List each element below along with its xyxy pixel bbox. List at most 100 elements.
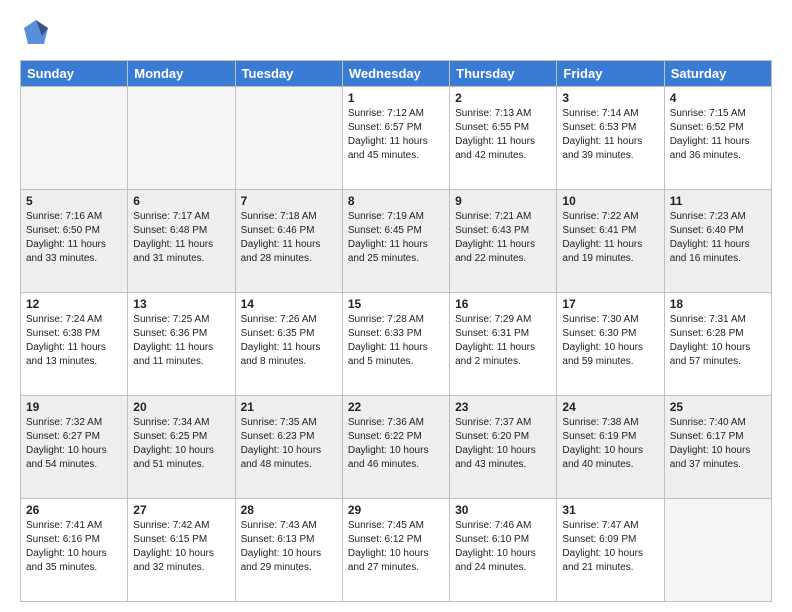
day-info: Sunrise: 7:45 AM Sunset: 6:12 PM Dayligh… (348, 519, 444, 575)
day-number: 25 (670, 400, 766, 414)
day-number: 24 (562, 400, 658, 414)
day-number: 29 (348, 503, 444, 517)
day-number: 31 (562, 503, 658, 517)
day-info: Sunrise: 7:36 AM Sunset: 6:22 PM Dayligh… (348, 416, 444, 472)
day-number: 18 (670, 297, 766, 311)
day-cell: 14 Sunrise: 7:26 AM Sunset: 6:35 PM Dayli… (235, 293, 342, 396)
day-info: Sunrise: 7:41 AM Sunset: 6:16 PM Dayligh… (26, 519, 122, 575)
day-info: Sunrise: 7:15 AM Sunset: 6:52 PM Dayligh… (670, 107, 766, 163)
day-cell: 16 Sunrise: 7:29 AM Sunset: 6:31 PM Dayli… (450, 293, 557, 396)
day-cell: 6 Sunrise: 7:17 AM Sunset: 6:48 PM Daylig… (128, 190, 235, 293)
day-number: 4 (670, 91, 766, 105)
logo-icon (20, 18, 52, 50)
day-of-week-header: Thursday (450, 61, 557, 87)
day-number: 28 (241, 503, 337, 517)
day-info: Sunrise: 7:32 AM Sunset: 6:27 PM Dayligh… (26, 416, 122, 472)
day-info: Sunrise: 7:37 AM Sunset: 6:20 PM Dayligh… (455, 416, 551, 472)
day-number: 7 (241, 194, 337, 208)
day-number: 5 (26, 194, 122, 208)
day-number: 1 (348, 91, 444, 105)
day-cell: 10 Sunrise: 7:22 AM Sunset: 6:41 PM Dayli… (557, 190, 664, 293)
day-cell (664, 499, 771, 602)
day-number: 9 (455, 194, 551, 208)
day-info: Sunrise: 7:31 AM Sunset: 6:28 PM Dayligh… (670, 313, 766, 369)
day-info: Sunrise: 7:19 AM Sunset: 6:45 PM Dayligh… (348, 210, 444, 266)
day-cell (21, 87, 128, 190)
header-row: SundayMondayTuesdayWednesdayThursdayFrid… (21, 61, 772, 87)
day-cell: 4 Sunrise: 7:15 AM Sunset: 6:52 PM Daylig… (664, 87, 771, 190)
day-info: Sunrise: 7:21 AM Sunset: 6:43 PM Dayligh… (455, 210, 551, 266)
day-info: Sunrise: 7:35 AM Sunset: 6:23 PM Dayligh… (241, 416, 337, 472)
day-cell: 15Sunrise: 7:28 AM Sunset: 6:33 PM Dayli… (342, 293, 449, 396)
day-number: 6 (133, 194, 229, 208)
day-of-week-header: Friday (557, 61, 664, 87)
day-cell: 31 Sunrise: 7:47 AM Sunset: 6:09 PM Dayli… (557, 499, 664, 602)
day-cell: 19 Sunrise: 7:32 AM Sunset: 6:27 PM Dayli… (21, 396, 128, 499)
day-number: 15 (348, 297, 444, 311)
header (20, 18, 772, 50)
day-number: 10 (562, 194, 658, 208)
day-cell (235, 87, 342, 190)
day-number: 17 (562, 297, 658, 311)
day-cell: 7 Sunrise: 7:18 AM Sunset: 6:46 PM Daylig… (235, 190, 342, 293)
week-row: 1Sunrise: 7:12 AM Sunset: 6:57 PM Daylig… (21, 87, 772, 190)
day-info: Sunrise: 7:30 AM Sunset: 6:30 PM Dayligh… (562, 313, 658, 369)
day-info: Sunrise: 7:16 AM Sunset: 6:50 PM Dayligh… (26, 210, 122, 266)
day-info: Sunrise: 7:23 AM Sunset: 6:40 PM Dayligh… (670, 210, 766, 266)
day-number: 13 (133, 297, 229, 311)
day-cell: 8 Sunrise: 7:19 AM Sunset: 6:45 PM Daylig… (342, 190, 449, 293)
day-cell: 9 Sunrise: 7:21 AM Sunset: 6:43 PM Daylig… (450, 190, 557, 293)
day-number: 30 (455, 503, 551, 517)
week-row: 12 Sunrise: 7:24 AM Sunset: 6:38 PM Dayli… (21, 293, 772, 396)
day-info: Sunrise: 7:42 AM Sunset: 6:15 PM Dayligh… (133, 519, 229, 575)
day-cell: 29 Sunrise: 7:45 AM Sunset: 6:12 PM Dayli… (342, 499, 449, 602)
day-info: Sunrise: 7:22 AM Sunset: 6:41 PM Dayligh… (562, 210, 658, 266)
day-cell: 27 Sunrise: 7:42 AM Sunset: 6:15 PM Dayli… (128, 499, 235, 602)
day-info: Sunrise: 7:40 AM Sunset: 6:17 PM Dayligh… (670, 416, 766, 472)
day-cell: 18 Sunrise: 7:31 AM Sunset: 6:28 PM Dayli… (664, 293, 771, 396)
day-number: 12 (26, 297, 122, 311)
day-number: 3 (562, 91, 658, 105)
day-number: 8 (348, 194, 444, 208)
day-cell: 20Sunrise: 7:34 AM Sunset: 6:25 PM Dayli… (128, 396, 235, 499)
day-info: Sunrise: 7:17 AM Sunset: 6:48 PM Dayligh… (133, 210, 229, 266)
day-number: 2 (455, 91, 551, 105)
day-info: Sunrise: 7:25 AM Sunset: 6:36 PM Dayligh… (133, 313, 229, 369)
day-cell: 24 Sunrise: 7:38 AM Sunset: 6:19 PM Dayli… (557, 396, 664, 499)
day-cell: 13 Sunrise: 7:25 AM Sunset: 6:36 PM Dayli… (128, 293, 235, 396)
calendar: SundayMondayTuesdayWednesdayThursdayFrid… (20, 60, 772, 602)
day-cell: 28 Sunrise: 7:43 AM Sunset: 6:13 PM Dayli… (235, 499, 342, 602)
day-number: 14 (241, 297, 337, 311)
day-info: Sunrise: 7:47 AM Sunset: 6:09 PM Dayligh… (562, 519, 658, 575)
day-number: 21 (241, 400, 337, 414)
day-number: 27 (133, 503, 229, 517)
week-row: 26Sunrise: 7:41 AM Sunset: 6:16 PM Dayli… (21, 499, 772, 602)
day-cell: 25 Sunrise: 7:40 AM Sunset: 6:17 PM Dayli… (664, 396, 771, 499)
day-number: 19 (26, 400, 122, 414)
day-info: Sunrise: 7:29 AM Sunset: 6:31 PM Dayligh… (455, 313, 551, 369)
day-of-week-header: Wednesday (342, 61, 449, 87)
day-cell: 17 Sunrise: 7:30 AM Sunset: 6:30 PM Dayli… (557, 293, 664, 396)
page: SundayMondayTuesdayWednesdayThursdayFrid… (0, 0, 792, 612)
day-info: Sunrise: 7:43 AM Sunset: 6:13 PM Dayligh… (241, 519, 337, 575)
day-info: Sunrise: 7:46 AM Sunset: 6:10 PM Dayligh… (455, 519, 551, 575)
day-info: Sunrise: 7:18 AM Sunset: 6:46 PM Dayligh… (241, 210, 337, 266)
day-cell: 5 Sunrise: 7:16 AM Sunset: 6:50 PM Daylig… (21, 190, 128, 293)
day-cell: 22Sunrise: 7:36 AM Sunset: 6:22 PM Dayli… (342, 396, 449, 499)
day-of-week-header: Tuesday (235, 61, 342, 87)
day-cell: 11Sunrise: 7:23 AM Sunset: 6:40 PM Dayli… (664, 190, 771, 293)
day-cell: 3 Sunrise: 7:14 AM Sunset: 6:53 PM Daylig… (557, 87, 664, 190)
day-info: Sunrise: 7:13 AM Sunset: 6:55 PM Dayligh… (455, 107, 551, 163)
week-row: 5 Sunrise: 7:16 AM Sunset: 6:50 PM Daylig… (21, 190, 772, 293)
day-info: Sunrise: 7:24 AM Sunset: 6:38 PM Dayligh… (26, 313, 122, 369)
day-info: Sunrise: 7:26 AM Sunset: 6:35 PM Dayligh… (241, 313, 337, 369)
logo (20, 18, 56, 50)
day-info: Sunrise: 7:14 AM Sunset: 6:53 PM Dayligh… (562, 107, 658, 163)
day-info: Sunrise: 7:38 AM Sunset: 6:19 PM Dayligh… (562, 416, 658, 472)
day-cell: 23Sunrise: 7:37 AM Sunset: 6:20 PM Dayli… (450, 396, 557, 499)
day-number: 16 (455, 297, 551, 311)
day-of-week-header: Saturday (664, 61, 771, 87)
day-of-week-header: Sunday (21, 61, 128, 87)
day-cell: 30 Sunrise: 7:46 AM Sunset: 6:10 PM Dayli… (450, 499, 557, 602)
day-cell (128, 87, 235, 190)
